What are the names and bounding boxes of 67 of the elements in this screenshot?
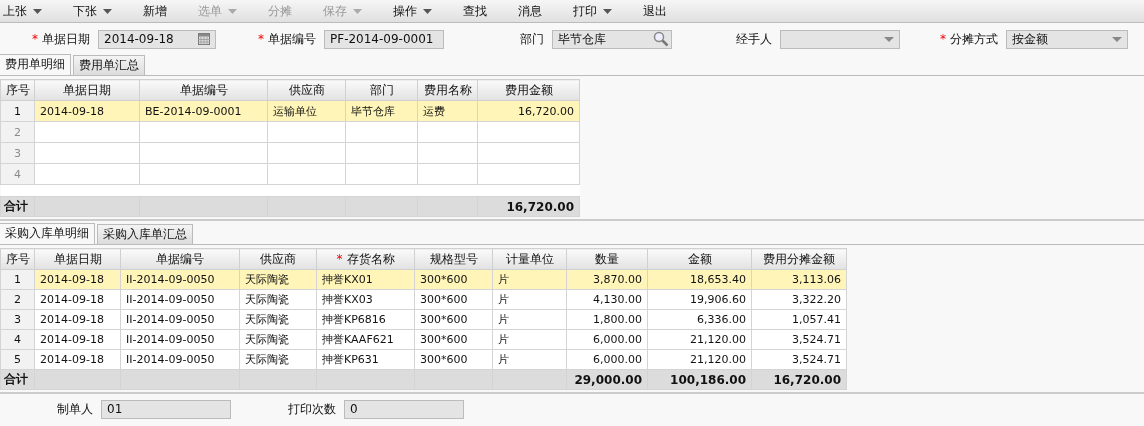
total-cell: 16,720.00	[477, 196, 580, 217]
toolbar-button[interactable]: 退出	[640, 1, 670, 21]
row-number: 3	[0, 142, 35, 164]
row-number: 5	[0, 349, 35, 370]
tab[interactable]: 费用单汇总	[73, 55, 145, 75]
caret-icon[interactable]	[33, 8, 42, 14]
toolbar-button[interactable]: 查找	[460, 1, 490, 21]
tab[interactable]: 采购入库单汇总	[97, 224, 193, 244]
toolbar-button[interactable]: 打印	[570, 1, 615, 21]
calendar-icon[interactable]	[198, 33, 210, 45]
toolbar-button[interactable]: 消息	[515, 1, 545, 21]
column-header[interactable]: 数量	[566, 248, 648, 270]
total-cell	[417, 196, 478, 217]
column-header[interactable]: 费用名称	[417, 79, 478, 101]
field-label: 单据编号	[268, 30, 316, 48]
total-label: 合计	[0, 196, 35, 217]
required-mark: *	[258, 32, 264, 46]
row-number: 4	[0, 329, 35, 350]
column-header[interactable]: 单据日期	[34, 248, 121, 270]
required-mark: *	[32, 32, 38, 46]
caret-icon[interactable]	[423, 8, 432, 14]
column-header[interactable]: 序号	[0, 79, 35, 101]
field-label: 部门	[520, 30, 544, 48]
search-icon[interactable]	[653, 31, 669, 47]
dropdown-caret-icon[interactable]	[1112, 36, 1122, 42]
toolbar-button[interactable]: 上张	[0, 1, 45, 21]
column-header[interactable]: 单据编号	[120, 248, 240, 270]
field-label: 分摊方式	[950, 30, 998, 48]
required-mark: *	[940, 32, 946, 46]
field-label: 经手人	[736, 30, 772, 48]
column-header[interactable]: 供应商	[267, 79, 346, 101]
input-field[interactable]: 毕节仓库	[552, 29, 672, 49]
column-header[interactable]: 费用分摊金额	[751, 248, 847, 270]
column-header[interactable]: 规格型号	[414, 248, 493, 270]
input-field[interactable]: 0	[344, 399, 464, 419]
tab[interactable]: 费用单明细	[0, 54, 71, 75]
input-field[interactable]: 01	[101, 399, 231, 419]
caret-icon[interactable]	[103, 8, 112, 14]
input-field[interactable]: 按金额	[1006, 29, 1128, 49]
tab[interactable]: 采购入库单明细	[0, 223, 95, 244]
input-field[interactable]: 2014-09-18	[98, 29, 216, 49]
column-header[interactable]: 单据编号	[139, 79, 268, 101]
field-label: 制单人	[57, 400, 93, 418]
column-header[interactable]: 部门	[345, 79, 418, 101]
field-label: 打印次数	[288, 400, 336, 418]
column-header[interactable]: 费用金额	[477, 79, 580, 101]
row-number: 3	[0, 309, 35, 330]
column-header[interactable]: 金额	[647, 248, 752, 270]
toolbar-button[interactable]: 下张	[70, 1, 115, 21]
row-number: 1	[0, 269, 35, 290]
caret-icon[interactable]	[603, 8, 612, 14]
column-header[interactable]: 计量单位	[492, 248, 567, 270]
input-field[interactable]	[780, 29, 900, 49]
column-header[interactable]: 供应商	[239, 248, 317, 270]
column-header[interactable]: 单据日期	[34, 79, 140, 101]
row-number: 4	[0, 163, 35, 185]
column-header[interactable]: * 存货名称	[316, 248, 415, 270]
total-label: 合计	[0, 369, 35, 390]
field-label: 单据日期	[42, 30, 90, 48]
dropdown-caret-icon[interactable]	[884, 36, 894, 42]
row-number: 1	[0, 100, 35, 122]
input-field[interactable]: PF-2014-09-0001	[324, 29, 444, 49]
column-header[interactable]: 序号	[0, 248, 35, 270]
toolbar-button[interactable]: 操作	[390, 1, 435, 21]
row-number: 2	[0, 121, 35, 143]
row-number: 2	[0, 289, 35, 310]
toolbar-button[interactable]: 新增	[140, 1, 170, 21]
